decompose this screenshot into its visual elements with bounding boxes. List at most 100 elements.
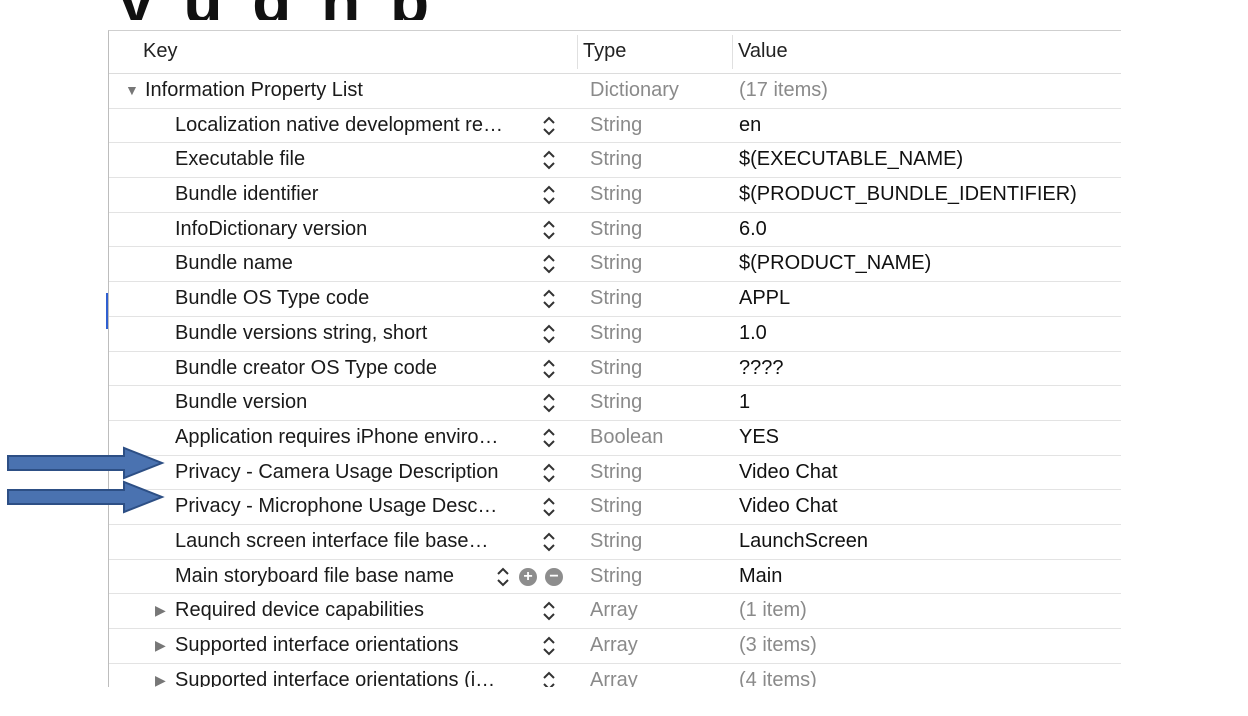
row-value: (4 items) (739, 668, 817, 687)
row-key: Bundle name (175, 252, 293, 275)
row-type[interactable]: Array (590, 594, 638, 627)
up-down-chevron-icon[interactable] (541, 496, 557, 518)
plist-row[interactable]: Bundle version String 1 (109, 386, 1121, 421)
plist-row[interactable]: Privacy - Camera Usage Description String… (109, 456, 1121, 491)
row-type[interactable]: Boolean (590, 421, 663, 454)
row-key: Launch screen interface file base… (175, 529, 489, 552)
up-down-chevron-icon[interactable] (541, 670, 557, 687)
row-type[interactable]: String (590, 525, 642, 558)
row-type[interactable]: String (590, 490, 642, 523)
up-down-chevron-icon[interactable] (495, 566, 511, 588)
row-type[interactable]: String (590, 456, 642, 489)
up-down-chevron-icon[interactable] (541, 462, 557, 484)
row-key: Information Property List (145, 79, 363, 101)
plist-row[interactable]: Launch screen interface file base… String… (109, 525, 1121, 560)
plist-row[interactable]: Localization native development re… Strin… (109, 109, 1121, 144)
up-down-chevron-icon[interactable] (541, 635, 557, 657)
plist-row[interactable]: Main storyboard file base name + − String Ma… (109, 560, 1121, 595)
row-type[interactable]: String (590, 247, 642, 280)
value-column-header[interactable]: Value (738, 31, 788, 73)
up-down-chevron-icon[interactable] (541, 253, 557, 275)
plist-row[interactable]: Bundle name String $(PRODUCT_NAME) (109, 247, 1121, 283)
row-key: InfoDictionary version (175, 217, 368, 240)
up-down-chevron-icon[interactable] (541, 184, 557, 206)
row-value: (1 item) (739, 599, 807, 622)
row-value: (17 items) (739, 79, 828, 101)
row-key: Privacy - Microphone Usage Desc… (175, 495, 498, 518)
row-key: Main storyboard file base name (175, 564, 455, 587)
row-value: Main (739, 564, 783, 587)
column-divider[interactable] (577, 35, 578, 69)
plist-row[interactable]: Application requires iPhone enviro… Boole… (109, 421, 1121, 456)
minus-circle-icon[interactable]: − (545, 567, 563, 586)
plist-row[interactable]: ▶ Supported interface orientations Array (3… (109, 629, 1121, 664)
row-key: Privacy - Camera Usage Description (175, 460, 499, 483)
up-down-chevron-icon[interactable] (541, 288, 557, 310)
up-down-chevron-icon[interactable] (541, 149, 557, 171)
plist-row[interactable]: Bundle versions string, short String 1.0 (109, 317, 1121, 352)
row-value: Video Chat (739, 495, 838, 518)
up-down-chevron-icon[interactable] (541, 358, 557, 380)
row-value: 1.0 (739, 321, 767, 344)
row-type[interactable]: Array (590, 629, 638, 662)
plus-circle-icon[interactable]: + (519, 567, 537, 586)
row-type[interactable]: String (590, 282, 642, 315)
row-type[interactable]: String (590, 386, 642, 419)
row-key: Supported interface orientations (175, 634, 459, 656)
plist-row[interactable]: Bundle creator OS Type code String???? (109, 352, 1121, 387)
row-type[interactable]: String (590, 560, 642, 593)
type-column-header[interactable]: Type (583, 31, 626, 73)
row-type[interactable]: String (590, 352, 642, 385)
row-value: $(PRODUCT_BUNDLE_IDENTIFIER) (739, 183, 1077, 206)
row-value: 6.0 (739, 217, 767, 240)
row-type[interactable]: String (590, 178, 642, 211)
row-value: APPL (739, 287, 791, 310)
row-value: Video Chat (739, 460, 838, 483)
plist-row[interactable]: Executable file String $(EXECUTABLE_NAME) (109, 143, 1121, 179)
row-value: (3 items) (739, 634, 817, 656)
plist-editor: Key Type Value ▼ Information Property Li… (108, 30, 1121, 687)
key-column-header[interactable]: Key (143, 31, 177, 73)
row-key: Required device capabilities (175, 599, 425, 622)
triangle-right-icon[interactable]: ▶ (155, 629, 166, 662)
row-type[interactable]: String (590, 317, 642, 350)
column-divider[interactable] (732, 35, 733, 69)
row-key: Bundle creator OS Type code (175, 356, 438, 379)
triangle-right-icon[interactable]: ▶ (155, 664, 166, 687)
up-down-chevron-icon[interactable] (541, 115, 557, 137)
plist-row-root[interactable]: ▼ Information Property List Dictionary (… (109, 74, 1121, 109)
plist-row[interactable]: ▶ Required device capabilities Array (1 ite… (109, 594, 1121, 629)
row-value: YES (739, 425, 780, 448)
plist-row[interactable]: Bundle identifier String $(PRODUCT_BUNDLE_… (109, 178, 1121, 213)
row-key: Application requires iPhone enviro… (175, 425, 499, 448)
cropped-heading: y u g h p (118, 0, 818, 20)
triangle-down-icon[interactable]: ▼ (125, 74, 139, 107)
row-type[interactable]: String (590, 109, 642, 142)
right-arrow-icon (7, 480, 165, 514)
row-key: Bundle version (175, 391, 308, 414)
plist-row[interactable]: InfoDictionary version String 6.0 (109, 213, 1121, 248)
row-key: Supported interface orientations (i… (175, 668, 496, 687)
row-value: ???? (739, 356, 784, 379)
up-down-chevron-icon[interactable] (541, 427, 557, 449)
row-key: Executable file (175, 148, 306, 171)
right-arrow-icon (7, 446, 165, 480)
row-type[interactable]: Array (590, 664, 638, 687)
triangle-right-icon[interactable]: ▶ (155, 594, 166, 627)
up-down-chevron-icon[interactable] (541, 219, 557, 241)
row-value: $(EXECUTABLE_NAME) (739, 148, 964, 171)
row-value: $(PRODUCT_NAME) (739, 252, 932, 275)
row-type[interactable]: String (590, 213, 642, 246)
row-key: Localization native development re… (175, 113, 503, 136)
row-key: Bundle identifier (175, 183, 319, 206)
up-down-chevron-icon[interactable] (541, 531, 557, 553)
up-down-chevron-icon[interactable] (541, 392, 557, 414)
up-down-chevron-icon[interactable] (541, 323, 557, 345)
plist-row[interactable]: Bundle OS Type code String APPL (109, 282, 1121, 317)
row-key: Bundle OS Type code (175, 287, 370, 310)
plist-row[interactable]: Privacy - Microphone Usage Desc… String Vi… (109, 490, 1121, 525)
plist-row[interactable]: ▶ Supported interface orientations (i… Arr… (109, 664, 1121, 687)
row-type[interactable]: Dictionary (590, 74, 679, 107)
row-type[interactable]: String (590, 143, 642, 176)
up-down-chevron-icon[interactable] (541, 600, 557, 622)
